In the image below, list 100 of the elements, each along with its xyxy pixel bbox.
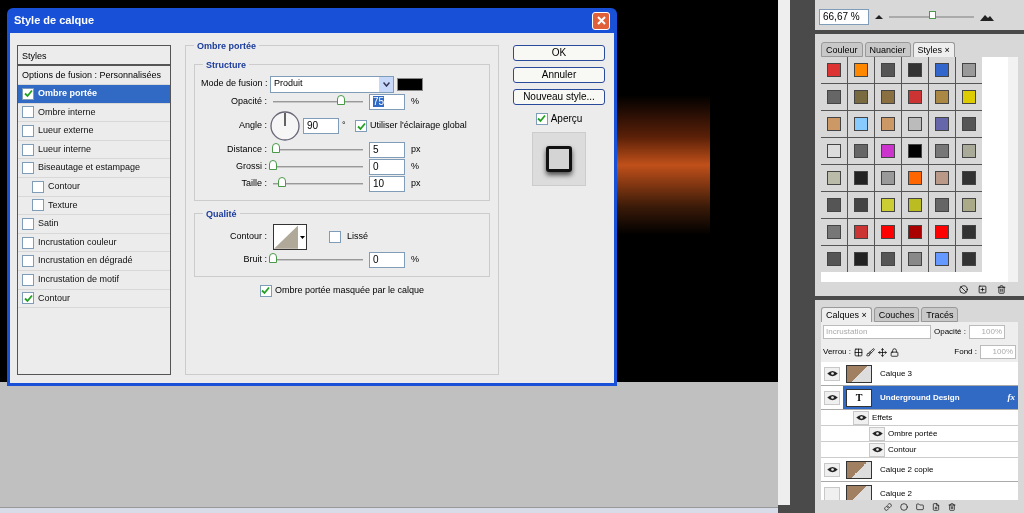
style-swatch[interactable] [902, 219, 928, 245]
style-list-item[interactable]: Texture [18, 196, 170, 216]
large-mountain-icon[interactable] [980, 13, 994, 21]
checkbox[interactable] [329, 231, 341, 243]
contour-picker[interactable] [273, 224, 307, 250]
style-list-item[interactable]: Incrustation en dégradé [18, 252, 170, 271]
panel-tab[interactable]: Styles × [912, 42, 955, 57]
style-swatch[interactable] [875, 111, 901, 137]
style-swatch[interactable] [875, 192, 901, 218]
value-field[interactable]: 0 [369, 158, 405, 175]
checkbox[interactable] [22, 125, 34, 137]
layer-row[interactable]: T Underground Design fx [843, 386, 1018, 409]
style-swatch[interactable] [902, 111, 928, 137]
style-swatch[interactable] [929, 111, 955, 137]
style-swatch[interactable] [821, 57, 847, 83]
checkbox[interactable] [32, 180, 44, 193]
lock-transparency-icon[interactable] [854, 347, 863, 357]
value-field[interactable]: 75 [369, 94, 405, 110]
new-style-icon[interactable] [978, 284, 987, 294]
panel-tab[interactable]: Couches [873, 307, 920, 322]
checkbox[interactable] [22, 162, 34, 175]
style-swatch[interactable] [875, 84, 901, 110]
slider-thumb[interactable] [269, 159, 277, 170]
checkbox[interactable] [22, 217, 34, 230]
visibility-toggle[interactable] [824, 390, 840, 405]
visibility-toggle[interactable] [824, 462, 840, 477]
visibility-toggle[interactable] [824, 486, 840, 500]
style-swatch[interactable] [875, 165, 901, 191]
checkbox[interactable] [22, 143, 34, 156]
style-swatch[interactable] [902, 192, 928, 218]
style-swatch[interactable] [956, 111, 982, 137]
style-swatch[interactable] [848, 84, 874, 110]
style-swatch[interactable] [848, 165, 874, 191]
style-swatch[interactable] [821, 246, 847, 272]
visibility-toggle[interactable] [824, 366, 840, 381]
dialog-button[interactable]: Nouveau style... [513, 89, 605, 105]
style-list-item[interactable]: Incrustation de motif [18, 270, 170, 290]
checkbox[interactable] [22, 255, 34, 268]
value-field[interactable]: 0 [369, 252, 405, 268]
slider-thumb[interactable] [271, 142, 280, 153]
style-swatch[interactable] [956, 165, 982, 191]
mask-icon[interactable] [899, 502, 908, 511]
style-swatch[interactable] [956, 84, 982, 110]
checkbox[interactable] [535, 112, 548, 125]
zoom-field[interactable]: 66,67 % [819, 9, 869, 25]
style-swatch[interactable] [875, 219, 901, 245]
style-swatch[interactable] [902, 138, 928, 164]
value-field[interactable]: 5 [369, 141, 405, 158]
style-swatch[interactable] [821, 219, 847, 245]
style-list-item[interactable]: Contour [18, 177, 170, 197]
style-swatch[interactable] [848, 138, 874, 164]
style-swatch[interactable] [821, 84, 847, 110]
brush-icon[interactable] [866, 347, 875, 357]
layer-row[interactable]: Calque 2 copie [843, 458, 1018, 481]
link-icon[interactable] [883, 502, 892, 511]
style-swatch[interactable] [956, 57, 982, 83]
style-swatch[interactable] [956, 246, 982, 272]
style-swatch[interactable] [875, 138, 901, 164]
style-swatch[interactable] [956, 219, 982, 245]
panel-tab[interactable]: Couleur [821, 42, 863, 57]
slider-thumb[interactable] [928, 11, 936, 19]
visibility-toggle[interactable] [869, 426, 885, 441]
style-list-item[interactable]: Lueur externe [18, 122, 170, 141]
trash-icon[interactable] [997, 284, 1006, 294]
style-swatch[interactable] [902, 165, 928, 191]
close-button[interactable] [592, 11, 610, 30]
style-swatch[interactable] [929, 165, 955, 191]
panel-tab[interactable]: Calques × [821, 307, 872, 322]
style-swatch[interactable] [848, 192, 874, 218]
style-list-item[interactable]: Ombre portée [18, 85, 170, 104]
visibility-toggle[interactable] [853, 410, 869, 425]
clear-style-icon[interactable] [959, 284, 968, 294]
visibility-toggle[interactable] [869, 442, 885, 457]
panel-tab[interactable]: Nuancier [864, 42, 911, 57]
new-layer-icon[interactable] [931, 502, 940, 511]
style-swatch[interactable] [929, 219, 955, 245]
layer-row[interactable]: Calque 2 [843, 482, 1018, 500]
checkbox[interactable] [22, 236, 34, 249]
small-mountain-icon[interactable] [875, 15, 883, 19]
checkbox[interactable] [22, 87, 34, 100]
style-swatch[interactable] [902, 84, 928, 110]
style-swatch[interactable] [848, 219, 874, 245]
slider-thumb[interactable] [336, 95, 345, 105]
effect-name[interactable]: Effets [872, 411, 893, 424]
style-swatch[interactable] [821, 138, 847, 164]
blend-mode-dropdown[interactable]: Produit [270, 75, 394, 93]
style-swatch[interactable] [848, 246, 874, 272]
lock-icon[interactable] [890, 347, 899, 357]
style-list-item[interactable]: Lueur interne [18, 140, 170, 160]
folder-icon[interactable] [915, 502, 924, 511]
style-swatch[interactable] [848, 57, 874, 83]
shadow-color-swatch[interactable] [397, 77, 423, 91]
style-swatch[interactable] [956, 138, 982, 164]
trash-icon[interactable] [947, 502, 956, 511]
value-field[interactable]: 10 [369, 175, 405, 192]
move-icon[interactable] [878, 347, 887, 357]
style-swatch[interactable] [929, 84, 955, 110]
checkbox[interactable] [32, 199, 44, 212]
checkbox[interactable] [22, 106, 34, 119]
dialog-button[interactable]: Annuler [513, 67, 605, 83]
